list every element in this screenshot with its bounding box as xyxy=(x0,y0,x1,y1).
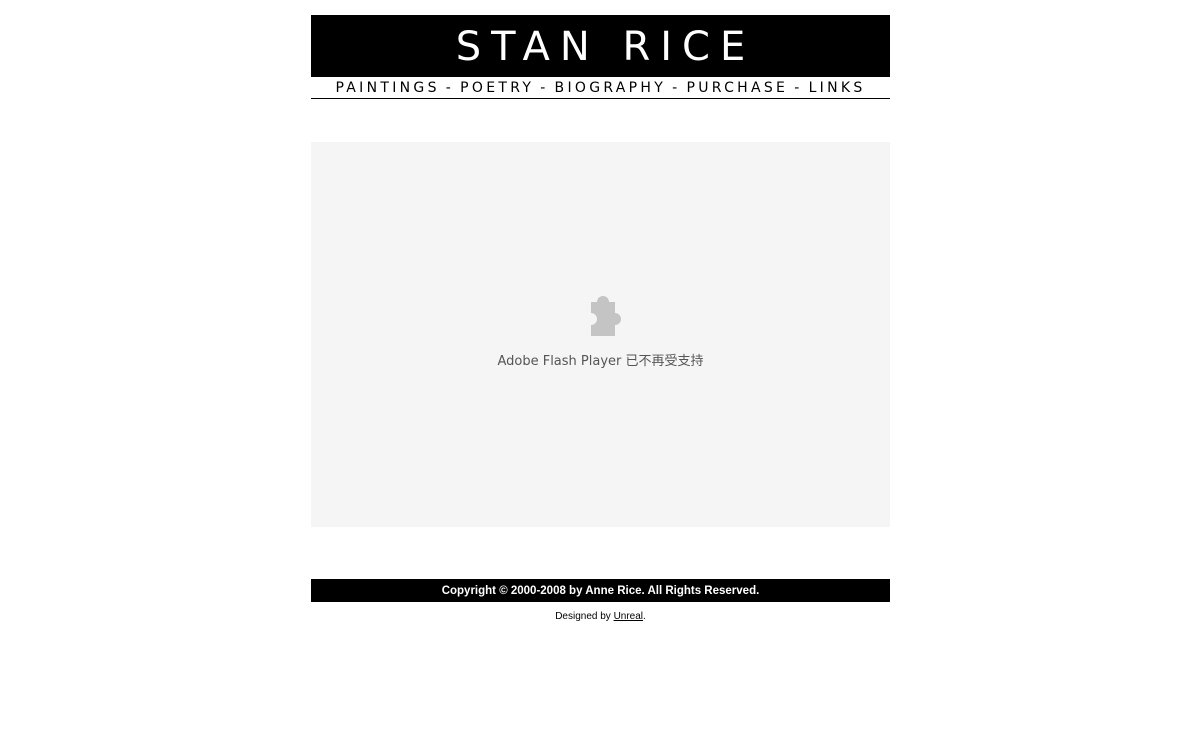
nav-link-paintings[interactable]: PAINTINGS xyxy=(335,80,439,96)
main-nav: PAINTINGS - POETRY - BIOGRAPHY - PURCHAS… xyxy=(311,77,890,99)
nav-link-purchase[interactable]: PURCHASE xyxy=(686,80,788,96)
nav-separator: - xyxy=(445,79,455,96)
nav-link-biography[interactable]: BIOGRAPHY xyxy=(555,80,667,96)
copyright-bar: Copyright © 2000-2008 by Anne Rice. All … xyxy=(311,579,890,602)
page: STAN RICE PAINTINGS - POETRY - BIOGRAPHY… xyxy=(0,0,1200,740)
designed-by-prefix: Designed by xyxy=(555,611,614,622)
designed-by: Designed by Unreal. xyxy=(311,611,890,622)
header-banner: STAN RICE xyxy=(311,15,890,77)
puzzle-piece-icon xyxy=(591,296,621,336)
site-title: STAN RICE xyxy=(455,24,756,70)
nav-link-poetry[interactable]: POETRY xyxy=(460,80,534,96)
designed-by-suffix: . xyxy=(643,611,646,622)
designer-link[interactable]: Unreal xyxy=(614,611,643,622)
flash-plugin-placeholder[interactable]: Adobe Flash Player 已不再受支持 xyxy=(311,142,890,527)
nav-separator: - xyxy=(672,79,681,96)
flash-unsupported-message: Adobe Flash Player 已不再受支持 xyxy=(497,354,704,369)
nav-separator: - xyxy=(794,79,803,96)
copyright-text: Copyright © 2000-2008 by Anne Rice. All … xyxy=(441,584,760,597)
nav-link-links[interactable]: LINKS xyxy=(809,80,866,96)
nav-separator: - xyxy=(540,79,549,96)
